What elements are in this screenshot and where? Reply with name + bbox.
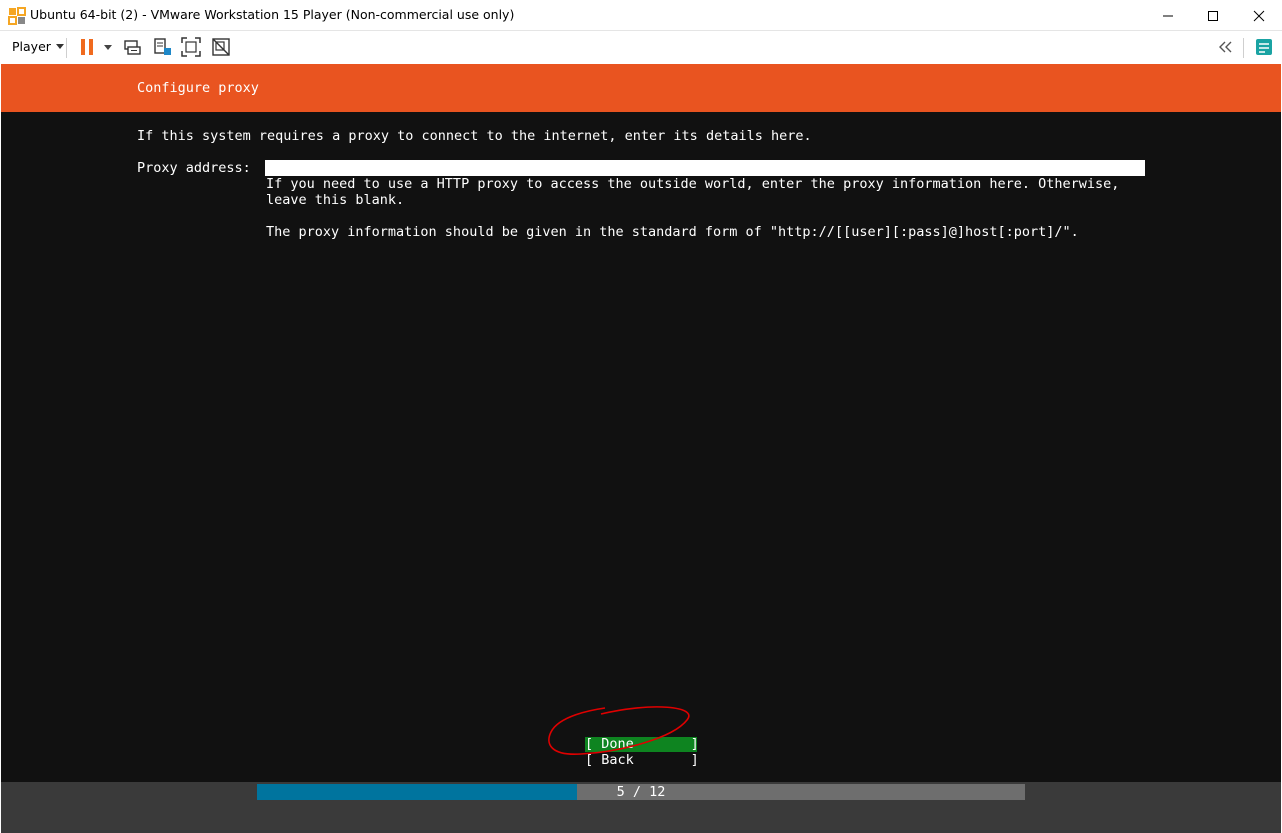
done-button[interactable]: [ Done ]: [585, 737, 699, 752]
progress-bar: 5 / 12: [257, 784, 1025, 800]
back-button[interactable]: [ Back ]: [585, 753, 699, 768]
player-toolbar: Player: [0, 31, 1282, 64]
proxy-address-input[interactable]: [265, 160, 1145, 176]
pause-icon[interactable]: [76, 36, 98, 58]
installer-footer: 5 / 12: [1, 782, 1281, 833]
send-ctrl-alt-del-icon[interactable]: [122, 36, 144, 58]
minimize-icon: [1163, 15, 1173, 16]
vm-console-screen[interactable]: Configure proxy If this system requires …: [1, 64, 1281, 833]
toolbar-divider: [66, 38, 67, 58]
chevron-down-icon: [55, 43, 64, 49]
progress-label: 5 / 12: [616, 784, 666, 800]
player-menu-button[interactable]: Player: [12, 39, 64, 54]
maximize-icon: [1208, 10, 1218, 21]
removable-devices-icon[interactable]: [152, 36, 174, 58]
proxy-help-text-continued: leave this blank.: [266, 192, 405, 208]
window-titlebar: Ubuntu 64-bit (2) - VMware Workstation 1…: [0, 0, 1282, 31]
intro-text: If this system requires a proxy to conne…: [137, 128, 812, 144]
window-title: Ubuntu 64-bit (2) - VMware Workstation 1…: [30, 7, 515, 22]
fullscreen-icon[interactable]: [180, 36, 202, 58]
unity-icon[interactable]: [210, 36, 232, 58]
page-title: Configure proxy: [137, 80, 259, 96]
dropdown-arrow-icon[interactable]: [98, 36, 120, 58]
vmware-app-icon: [8, 7, 26, 25]
collapse-icon[interactable]: [1214, 36, 1236, 58]
minimize-button[interactable]: [1145, 0, 1191, 31]
maximize-button[interactable]: [1190, 0, 1236, 31]
library-icon[interactable]: [1253, 36, 1275, 58]
proxy-help-text: If you need to use a HTTP proxy to acces…: [266, 176, 1120, 192]
close-icon: [1253, 10, 1265, 21]
close-button[interactable]: [1236, 0, 1282, 31]
installer-header: Configure proxy: [1, 64, 1281, 112]
player-menu-label: Player: [12, 39, 51, 54]
proxy-address-label: Proxy address:: [137, 160, 251, 176]
toolbar-divider: [1243, 38, 1244, 58]
proxy-format-help-text: The proxy information should be given in…: [266, 224, 1079, 240]
